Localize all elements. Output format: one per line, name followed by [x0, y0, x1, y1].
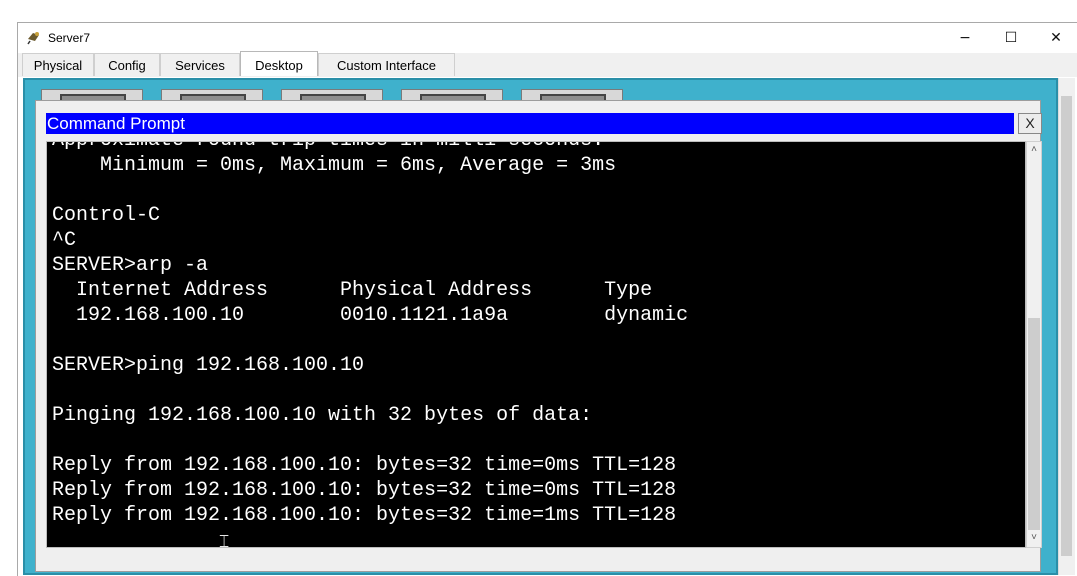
tab-custom-interface[interactable]: Custom Interface: [318, 53, 455, 76]
terminal-line: Reply from 192.168.100.10: bytes=32 time…: [52, 479, 677, 502]
tab-physical[interactable]: Physical: [22, 53, 94, 76]
scroll-up-icon[interactable]: ˄: [1028, 144, 1040, 156]
server-app-icon: [27, 32, 39, 45]
tab-config[interactable]: Config: [94, 53, 160, 76]
server-window: Server7 − ☐ ✕ Physical Config Services D…: [17, 22, 1077, 576]
desktop-area: Command Prompt X Approximate round trip …: [23, 78, 1058, 575]
tab-services[interactable]: Services: [160, 53, 240, 76]
tab-bar: Physical Config Services Desktop Custom …: [18, 51, 1077, 77]
minimize-icon[interactable]: −: [942, 23, 988, 53]
command-prompt-window: Command Prompt X Approximate round trip …: [35, 100, 1042, 572]
window-title: Server7: [48, 31, 91, 45]
terminal-line: ^C: [52, 229, 77, 252]
terminal-output[interactable]: Approximate round trip times in milli-se…: [46, 141, 1026, 548]
terminal-line: Minimum = 0ms, Maximum = 6ms, Average = …: [52, 154, 617, 177]
terminal-scrollbar[interactable]: ˄ ˅: [1026, 141, 1042, 548]
terminal-line: Control-C: [52, 204, 161, 227]
terminal-line: SERVER>arp -a: [52, 254, 209, 277]
terminal-line: Reply from 192.168.100.10: bytes=32 time…: [52, 454, 677, 477]
command-prompt-close-button[interactable]: X: [1018, 113, 1042, 134]
terminal-line: Reply from 192.168.100.10: bytes=32 time…: [52, 504, 677, 527]
terminal-line: Pinging 192.168.100.10 with 32 bytes of …: [52, 404, 593, 427]
terminal-lines: Approximate round trip times in milli-se…: [52, 142, 689, 547]
scrollbar-thumb[interactable]: [1028, 318, 1040, 530]
scroll-down-icon[interactable]: ˅: [1028, 532, 1040, 544]
tab-desktop[interactable]: Desktop: [240, 51, 318, 76]
window-scrollbar-thumb[interactable]: [1061, 96, 1072, 556]
maximize-icon[interactable]: ☐: [988, 23, 1034, 53]
window-titlebar[interactable]: Server7 − ☐ ✕: [18, 23, 1077, 53]
terminal-line: 192.168.100.10 0010.1121.1a9a dynamic: [52, 304, 689, 327]
close-icon[interactable]: ✕: [1033, 23, 1077, 53]
terminal-line: Approximate round trip times in milli-se…: [52, 142, 688, 153]
terminal-line: SERVER>ping 192.168.100.10: [52, 354, 365, 377]
text-cursor-icon: ⌶: [219, 532, 230, 548]
terminal-line: Internet Address Physical Address Type: [52, 279, 653, 302]
window-scrollbar[interactable]: [1058, 78, 1075, 575]
command-prompt-title[interactable]: Command Prompt: [46, 113, 1014, 134]
